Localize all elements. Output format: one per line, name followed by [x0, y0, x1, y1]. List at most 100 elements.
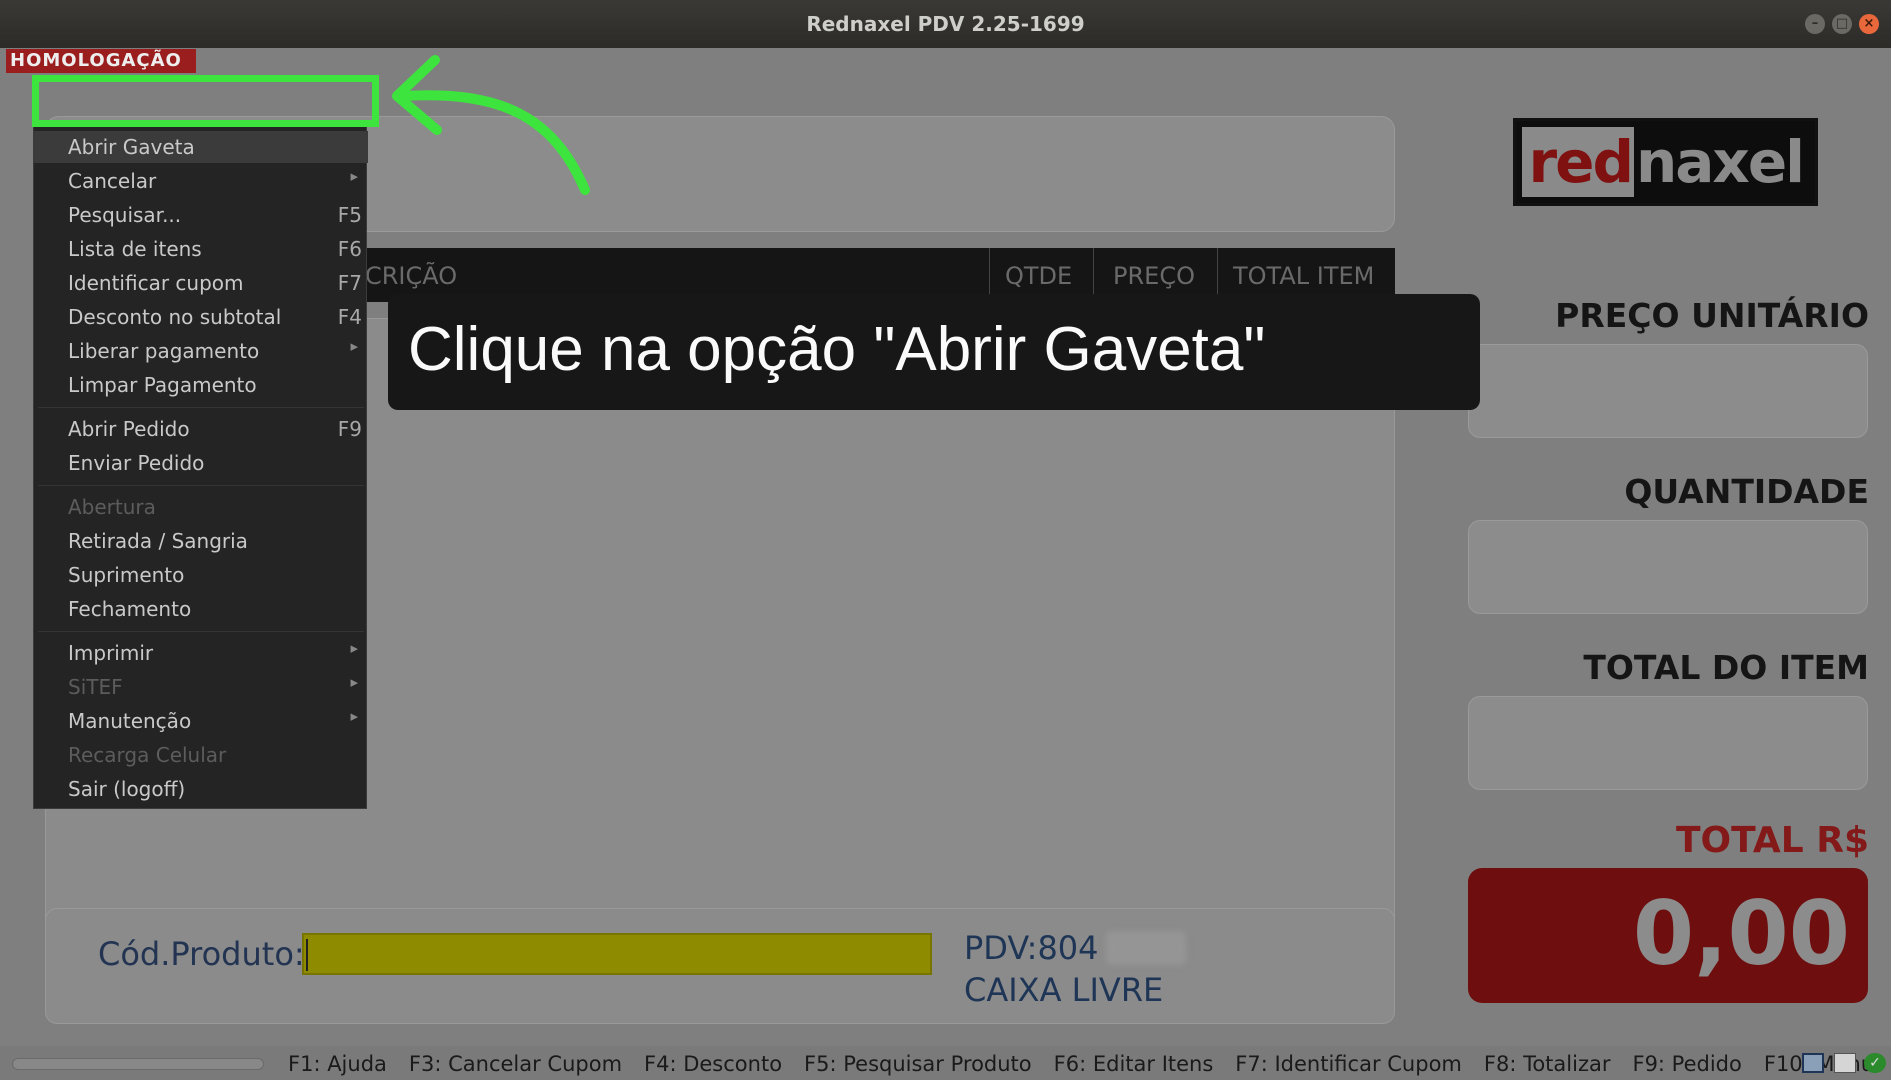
menu-item-manuten-o[interactable]: Manutenção ▸	[34, 705, 368, 737]
menu-item-suprimento[interactable]: Suprimento	[34, 559, 368, 591]
menu-separator	[38, 485, 364, 486]
total-value: 0,00	[1632, 882, 1850, 985]
menu-item-label: Recarga Celular	[68, 743, 227, 767]
column-qty: QTDE	[1005, 262, 1073, 290]
column-item-total: TOTAL ITEM	[1233, 262, 1375, 290]
menu-item-lista-de-itens[interactable]: Lista de itens F6	[34, 233, 368, 265]
tutorial-callout: Clique na opção "Abrir Gaveta"	[388, 294, 1480, 410]
check-icon: ✓	[1864, 1053, 1886, 1073]
submenu-arrow-icon: ▸	[350, 707, 358, 725]
shortcut-hint: F3: Cancelar Cupom	[408, 1052, 623, 1076]
menu-item-label: Lista de itens	[68, 237, 202, 261]
menu-item-label: Manutenção	[68, 709, 192, 733]
menu-item-cancelar[interactable]: Cancelar ▸	[34, 165, 368, 197]
shortcut-hint: F6: Editar Itens	[1053, 1052, 1214, 1076]
rednaxel-logo: red naxel	[1513, 118, 1818, 206]
curved-arrow-icon	[392, 55, 590, 195]
shortcut-hint: F5: Pesquisar Produto	[804, 1052, 1032, 1076]
quantity-field	[1468, 520, 1868, 614]
status-bar: F1: Ajuda F3: Cancelar Cupom F4: Desconto F…	[0, 1046, 1891, 1080]
menu-separator	[38, 631, 364, 632]
menu-item-sitef: SiTEF ▸	[34, 671, 368, 703]
main-menu: Abrir Gaveta Cancelar ▸ Pesquisar... F5 Lista…	[33, 124, 368, 809]
menu-item-imprimir[interactable]: Imprimir ▸	[34, 637, 368, 669]
menu-item-label: Pesquisar...	[68, 203, 182, 227]
shortcut-hint: F1: Ajuda	[288, 1052, 387, 1076]
callout-text: Clique na opção "Abrir Gaveta"	[408, 315, 1266, 384]
shortcut-hint: F7: Identificar Cupom	[1235, 1052, 1462, 1076]
submenu-arrow-icon: ▸	[350, 639, 358, 657]
menu-item-shortcut: F7	[337, 271, 362, 295]
menu-item-enviar-pedido[interactable]: Enviar Pedido	[34, 447, 368, 479]
menu-item-label: SiTEF	[68, 675, 123, 699]
menu-item-shortcut: F5	[337, 203, 362, 227]
menu-item-label: Suprimento	[68, 563, 185, 587]
menu-item-label: Abrir Pedido	[68, 417, 190, 441]
menu-item-label: Imprimir	[68, 641, 154, 665]
menu-item-label: Desconto no subtotal	[68, 305, 282, 329]
document-icon[interactable]	[1834, 1053, 1856, 1073]
highlight-frame	[32, 75, 379, 127]
title-bar: Rednaxel PDV 2.25-1699 – □ ×	[0, 0, 1891, 48]
menu-separator	[38, 407, 364, 408]
menu-item-liberar-pagamento[interactable]: Liberar pagamento ▸	[34, 335, 368, 367]
menu-item-label: Abertura	[68, 495, 156, 519]
menu-item-recarga-celular: Recarga Celular	[34, 739, 368, 771]
logo-text-naxel: naxel	[1636, 128, 1805, 196]
window-icon[interactable]	[1802, 1053, 1824, 1073]
column-price: PREÇO	[1113, 262, 1195, 290]
menu-item-pesquisar[interactable]: Pesquisar... F5	[34, 199, 368, 231]
menu-item-limpar-pagamento[interactable]: Limpar Pagamento	[34, 369, 368, 401]
menu-item-shortcut: F4	[337, 305, 362, 329]
menu-item-abertura: Abertura	[34, 491, 368, 523]
menu-item-abrir-pedido[interactable]: Abrir Pedido F9	[34, 413, 368, 445]
menu-item-label: Abrir Gaveta	[68, 135, 195, 159]
item-total-label: TOTAL DO ITEM	[1583, 648, 1869, 687]
total-box: 0,00	[1468, 868, 1868, 1003]
shortcut-hint: F4: Desconto	[644, 1052, 783, 1076]
menu-item-desconto-no-subtotal[interactable]: Desconto no subtotal F4	[34, 301, 368, 333]
maximize-button[interactable]: □	[1832, 14, 1852, 34]
menu-item-label: Retirada / Sangria	[68, 529, 248, 553]
logo-text-red: red	[1522, 127, 1634, 197]
submenu-arrow-icon: ▸	[350, 673, 358, 691]
shortcut-hint: F9: Pedido	[1632, 1052, 1742, 1076]
menu-item-label: Fechamento	[68, 597, 192, 621]
shortcut-hint: F8: Totalizar	[1483, 1052, 1611, 1076]
shortcut-list: F1: Ajuda F3: Cancelar Cupom F4: Desconto F…	[288, 1052, 1891, 1076]
menu-item-retirada-sangria[interactable]: Retirada / Sangria	[34, 525, 368, 557]
menu-item-label: Sair (logoff)	[68, 777, 186, 801]
total-label: TOTAL R$	[1675, 820, 1869, 861]
item-total-field	[1468, 696, 1868, 790]
environment-badge: HOMOLOGAÇÃO	[6, 49, 196, 73]
menu-item-fechamento[interactable]: Fechamento	[34, 593, 368, 625]
unit-price-field	[1468, 344, 1868, 438]
app-window: HOMOLOGAÇÃO CRIÇÃO QTDE PREÇO TOTAL ITEM…	[0, 48, 1891, 1080]
window-title: Rednaxel PDV 2.25-1699	[806, 12, 1085, 36]
menu-item-abrir-gaveta[interactable]: Abrir Gaveta	[34, 131, 368, 163]
close-button[interactable]: ×	[1859, 14, 1879, 34]
menu-item-sair-logoff[interactable]: Sair (logoff)	[34, 773, 368, 805]
status-progress	[12, 1058, 264, 1070]
blurred-operator	[1106, 931, 1186, 965]
text-caret	[306, 939, 308, 971]
product-code-input[interactable]	[302, 933, 932, 975]
minimize-button[interactable]: –	[1805, 14, 1825, 34]
menu-item-label: Liberar pagamento	[68, 339, 260, 363]
register-status: CAIXA LIVRE	[964, 971, 1164, 1009]
menu-item-label: Identificar cupom	[68, 271, 244, 295]
menu-item-label: Enviar Pedido	[68, 451, 205, 475]
menu-item-shortcut: F6	[337, 237, 362, 261]
menu-item-shortcut: F9	[337, 417, 362, 441]
submenu-arrow-icon: ▸	[350, 167, 358, 185]
menu-item-label: Cancelar	[68, 169, 157, 193]
column-description: CRIÇÃO	[365, 262, 458, 290]
unit-price-label: PREÇO UNITÁRIO	[1555, 296, 1869, 335]
product-code-label: Cód.Produto:	[98, 935, 305, 973]
product-input-panel: Cód.Produto: PDV:804 CAIXA LIVRE	[45, 908, 1395, 1024]
quantity-label: QUANTIDADE	[1624, 472, 1869, 511]
pdv-number: PDV:804	[964, 929, 1099, 967]
submenu-arrow-icon: ▸	[350, 337, 358, 355]
menu-item-label: Limpar Pagamento	[68, 373, 257, 397]
menu-item-identificar-cupom[interactable]: Identificar cupom F7	[34, 267, 368, 299]
